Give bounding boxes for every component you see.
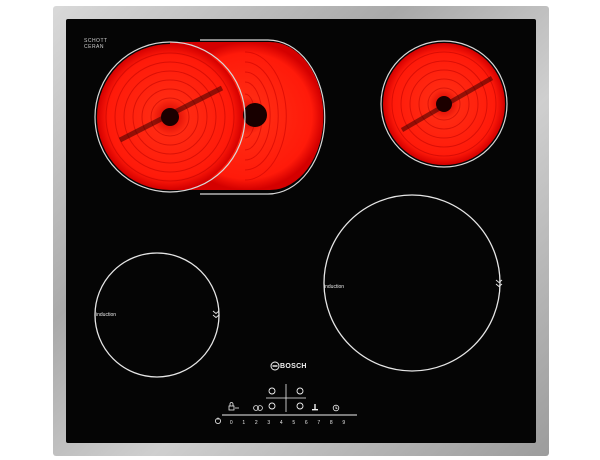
power-level-5[interactable]: 5	[288, 420, 301, 426]
power-level-2[interactable]: 2	[250, 420, 263, 426]
induction-label-left: induction	[96, 312, 117, 318]
power-level-6[interactable]: 6	[300, 420, 313, 426]
power-level-8[interactable]: 8	[325, 420, 338, 426]
induction-label-right: induction	[324, 284, 345, 290]
glass-brand-line2: CERAN	[84, 44, 105, 50]
power-level-7[interactable]: 7	[313, 420, 326, 426]
glass-brand: SCHOTT CERAN	[84, 38, 108, 50]
power-level-scale: 0 1 2 3 4 5 6 7 8 9	[225, 420, 350, 426]
power-level-0[interactable]: 0	[225, 420, 238, 426]
brand-name: BOSCH	[280, 363, 307, 370]
power-level-4[interactable]: 4	[275, 420, 288, 426]
cooktop: SCHOTT CERAN induction induction BOSCH 0…	[0, 0, 600, 460]
power-level-1[interactable]: 1	[238, 420, 251, 426]
cooktop-illustration	[53, 6, 549, 456]
power-level-3[interactable]: 3	[263, 420, 276, 426]
power-level-9[interactable]: 9	[338, 420, 351, 426]
